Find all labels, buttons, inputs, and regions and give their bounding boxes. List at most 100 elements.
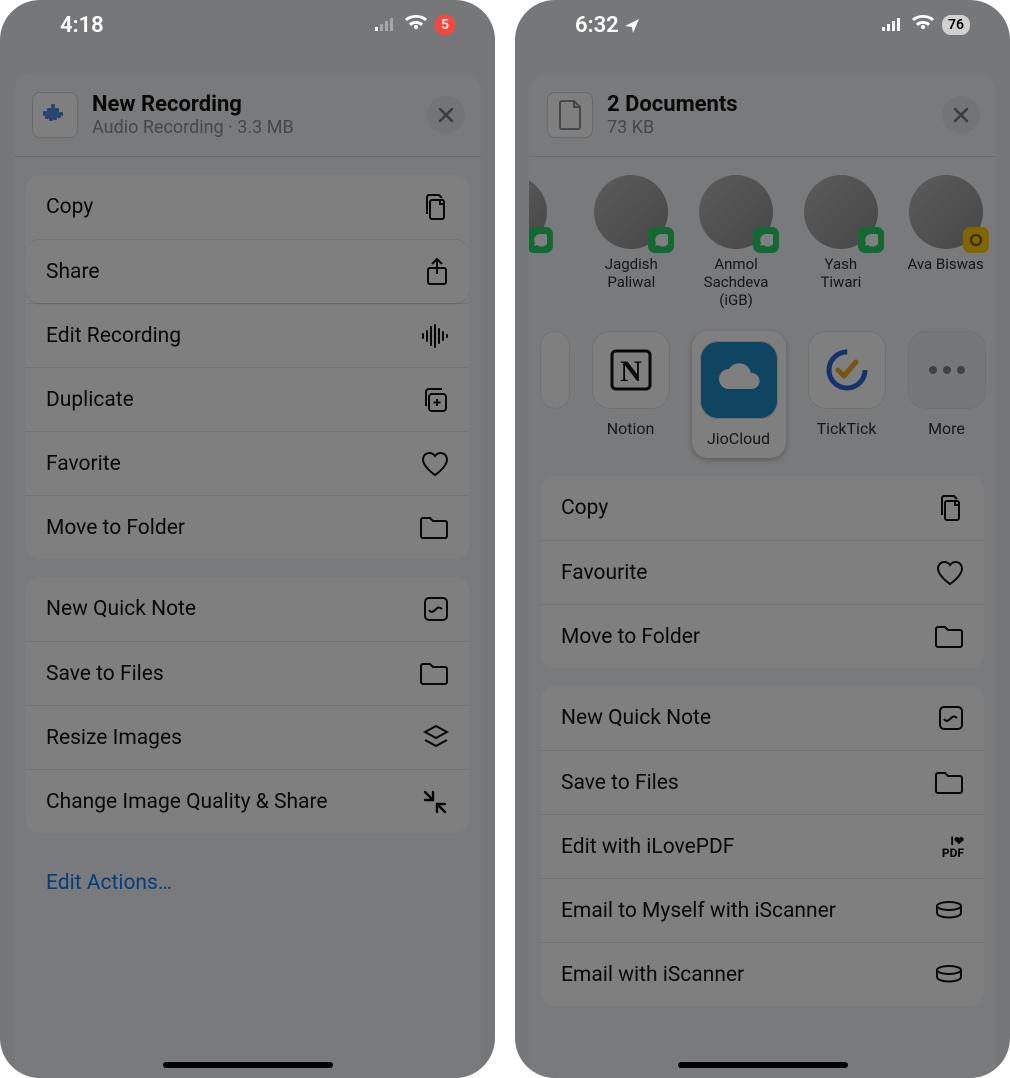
folder-icon [934, 625, 964, 649]
menu-item-email-iscanner[interactable]: Email with iScanner [541, 942, 984, 1006]
share-contact[interactable]: Anmol Sachdeva (iGB) [698, 175, 775, 309]
scanner-icon [934, 900, 964, 922]
wifi-icon [405, 15, 427, 35]
menu-group: Copy Share Edit Recording Duplicate Favo… [26, 175, 469, 559]
whatsapp-badge [858, 227, 884, 253]
share-app-jiocloud[interactable]: JioCloud [692, 331, 786, 458]
menu-item-label: Duplicate [46, 388, 134, 412]
folder-icon [934, 771, 964, 795]
menu-item-label: Email to Myself with iScanner [561, 899, 836, 923]
menu-item-label: Email with iScanner [561, 963, 744, 987]
layers-icon [423, 724, 449, 752]
file-thumbnail [547, 92, 593, 138]
menu-item-edit-actions[interactable]: Edit Actions… [26, 851, 469, 915]
avatar[interactable] [529, 175, 547, 249]
menu-item-save-to-files[interactable]: Save to Files [26, 641, 469, 705]
menu-item-label: Save to Files [46, 662, 164, 686]
menu-item-move-to-folder[interactable]: Move to Folder [26, 495, 469, 559]
menu-item-favorite[interactable]: Favorite [26, 431, 469, 495]
messenger-badge [963, 227, 989, 253]
menu-item-duplicate[interactable]: Duplicate [26, 367, 469, 431]
menu-item-label: Save to Files [561, 771, 679, 795]
share-contact[interactable]: Ava Biswas [907, 175, 984, 309]
avatar [594, 175, 668, 249]
menu-item-new-quick-note[interactable]: New Quick Note [541, 686, 984, 750]
menu-item-save-to-files[interactable]: Save to Files [541, 750, 984, 814]
contact-name: Ava Biswas [907, 255, 983, 273]
contact-name: Yash Tiwari [802, 255, 879, 291]
folder-icon [419, 662, 449, 686]
share-app-ticktick[interactable]: TickTick [808, 331, 886, 438]
menu-item-label: Resize Images [46, 726, 182, 750]
share-contact[interactable]: Yash Tiwari [802, 175, 879, 309]
status-time: 4:18 [60, 13, 104, 38]
menu-group: New Quick Note Save to Files Edit with i… [541, 686, 984, 1006]
jiocloud-icon [700, 341, 778, 419]
menu-item-label: Edit Actions… [46, 871, 172, 895]
menu-item-email-myself-iscanner[interactable]: Email to Myself with iScanner [541, 878, 984, 942]
app-label: More [928, 419, 965, 438]
folder-icon [419, 516, 449, 540]
menu-group: New Quick Note Save to Files Resize Imag… [26, 577, 469, 833]
menu-item-change-image-quality[interactable]: Change Image Quality & Share [26, 769, 469, 833]
share-app[interactable] [540, 331, 570, 409]
status-bar: 4:18 5 [0, 0, 495, 50]
menu-item-edit-recording[interactable]: Edit Recording [26, 303, 469, 367]
avatar [909, 175, 983, 249]
avatar [804, 175, 878, 249]
signal-icon [375, 16, 397, 35]
sheet-subtitle: Audio Recording · 3.3 MB [92, 117, 294, 138]
app-label: JioCloud [700, 429, 778, 448]
menu-item-label: Copy [46, 195, 93, 219]
left-screenshot: 4:18 5 New Recording Audio Recording · 3… [0, 0, 495, 1078]
sheet-title: New Recording [92, 92, 294, 117]
apps-row: N Notion JioCloud TickT [529, 309, 996, 458]
menu-item-share[interactable]: Share [26, 239, 469, 303]
sheet-title: 2 Documents [607, 92, 738, 117]
menu-item-copy[interactable]: Copy [26, 175, 469, 239]
home-indicator [678, 1062, 848, 1068]
share-icon [425, 257, 449, 287]
menu-group: Copy Favourite Move to Folder [541, 476, 984, 668]
wifi-icon [912, 15, 934, 35]
status-bar: 6:32 76 [515, 0, 1010, 50]
menu-item-new-quick-note[interactable]: New Quick Note [26, 577, 469, 641]
heart-icon [936, 560, 964, 586]
whatsapp-badge [648, 227, 674, 253]
more-icon [908, 331, 986, 409]
sheet-header: New Recording Audio Recording · 3.3 MB [14, 74, 481, 157]
menu-item-ilovepdf[interactable]: Edit with iLovePDF I❤PDF [541, 814, 984, 878]
share-contact[interactable]: Jagdish Paliwal [593, 175, 670, 309]
menu-item-resize-images[interactable]: Resize Images [26, 705, 469, 769]
app-label: Notion [607, 419, 655, 438]
home-indicator [163, 1062, 333, 1068]
menu-item-label: New Quick Note [561, 706, 711, 730]
menu-item-label: Change Image Quality & Share [46, 790, 328, 814]
menu-item-copy[interactable]: Copy [541, 476, 984, 540]
compress-icon [421, 788, 449, 816]
app-label: TickTick [817, 419, 877, 438]
note-icon [938, 705, 964, 731]
close-button[interactable] [427, 96, 465, 134]
file-thumbnail [32, 92, 78, 138]
menu-item-move-to-folder[interactable]: Move to Folder [541, 604, 984, 668]
status-time: 6:32 [575, 13, 640, 38]
copy-icon [938, 493, 964, 523]
share-app-notion[interactable]: N Notion [592, 331, 670, 438]
sheet-subtitle: 73 KB [607, 117, 738, 138]
share-app-more[interactable]: More [908, 331, 986, 438]
people-row: Jagdish Paliwal Anmol Sachdeva (iGB) Yas… [529, 157, 996, 309]
sheet-header: 2 Documents 73 KB [529, 74, 996, 157]
menu-item-label: Share [46, 260, 100, 284]
close-icon [953, 107, 969, 123]
svg-text:N: N [620, 355, 642, 388]
menu-group: Edit Actions… [26, 851, 469, 915]
contact-name: Jagdish Paliwal [593, 255, 670, 291]
right-screenshot: 6:32 76 2 Documents 73 KB [515, 0, 1010, 1078]
ticktick-icon [808, 331, 886, 409]
close-icon [438, 107, 454, 123]
menu-item-favourite[interactable]: Favourite [541, 540, 984, 604]
menu-item-label: Copy [561, 496, 608, 520]
close-button[interactable] [942, 96, 980, 134]
notion-icon: N [592, 331, 670, 409]
